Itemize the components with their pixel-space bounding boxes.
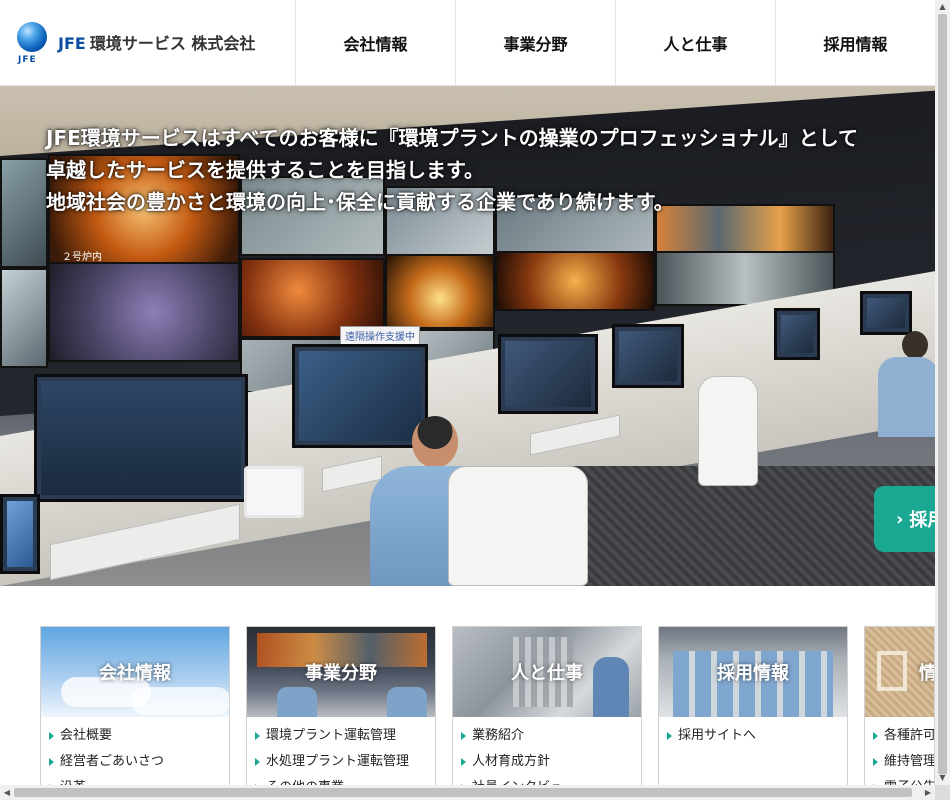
card-recruitment: 採用情報 採用サイトへ (658, 626, 848, 792)
recruit-side-button[interactable]: › 採用 (874, 486, 935, 552)
company-name-text: 環境サービス 株式会社 (89, 34, 256, 53)
horizontal-scroll-thumb[interactable] (14, 788, 912, 797)
operator-monitor (498, 334, 598, 414)
card-link[interactable]: 環境プラント運転管理 (255, 723, 435, 749)
background-person (878, 331, 935, 451)
card-link-label: 各種許可 (884, 728, 935, 743)
arrow-right-icon (255, 732, 260, 740)
side-monitor (0, 494, 40, 574)
card-link[interactable]: 人材育成方針 (461, 749, 641, 775)
operator-monitor (34, 374, 248, 502)
video-wall-screen (48, 262, 240, 362)
hero-line-2: 卓越したサービスを提供することを目指します。 (46, 158, 484, 182)
hero-banner: ２号炉内 遠隔操作支援中 JFE環境サービスはすべてのお客様に『環境プラントの操… (0, 86, 935, 586)
arrow-right-icon (49, 732, 54, 740)
card-link-label: 採用サイトへ (678, 728, 757, 743)
card-link-label: 会社概要 (60, 728, 113, 743)
video-wall-screen (0, 158, 48, 268)
card-link-label: 人材育成方針 (472, 754, 551, 769)
card-link[interactable]: 水処理プラント運転管理 (255, 749, 435, 775)
hero-line-3: 地域社会の豊かさと環境の向上･保全に貢献する企業であり続けます。 (46, 190, 674, 214)
card-people-and-work: 人と仕事 業務紹介 人材育成方針 社員インタビュー (452, 626, 642, 795)
scroll-right-arrow-icon[interactable]: ▶ (921, 785, 935, 800)
remote-support-sign: 遠隔操作支援中 (340, 326, 420, 345)
card-title: 採用情報 (717, 663, 789, 684)
card-business-fields: 事業分野 環境プラント運転管理 水処理プラント運転管理 その他の事業 (246, 626, 436, 795)
card-link-label: 業務紹介 (472, 728, 525, 743)
hero-line-1: JFE環境サービスはすべてのお客様に『環境プラントの操業のプロフェッショナル』と… (46, 126, 858, 150)
card-header[interactable]: 採用情報 (659, 627, 847, 717)
card-link[interactable]: 経営者ごあいさつ (49, 749, 229, 775)
vertical-scroll-thumb[interactable] (938, 14, 947, 774)
card-link-label: 水処理プラント運転管理 (266, 754, 410, 769)
operator-monitor (774, 308, 820, 360)
operator-monitor (612, 324, 684, 388)
empty-chair (698, 376, 758, 486)
scrollbar-corner (935, 785, 950, 800)
card-link[interactable]: 会社概要 (49, 723, 229, 749)
nav-recruitment[interactable]: 採用情報 (775, 0, 935, 86)
recruit-side-label: 採用 (909, 510, 935, 531)
video-wall-screen (495, 251, 655, 311)
company-prefix: JFE (58, 34, 86, 53)
horizontal-scrollbar[interactable]: ◀ ▶ (0, 785, 935, 800)
card-title: 会社情報 (99, 663, 171, 684)
card-link[interactable]: 維持管理 (873, 749, 934, 775)
nav-business-fields[interactable]: 事業分野 (455, 0, 615, 86)
card-title: 事業分野 (305, 663, 377, 684)
jfe-orb-icon (17, 22, 47, 52)
scroll-up-arrow-icon[interactable]: ▲ (935, 0, 950, 14)
vertical-scrollbar[interactable]: ▲ ▼ (935, 0, 950, 785)
arrow-right-icon (49, 758, 54, 766)
card-link[interactable]: 採用サイトへ (667, 723, 847, 749)
arrow-right-icon (667, 732, 672, 740)
card-link-label: 経営者ごあいさつ (60, 754, 165, 769)
site-header: JFE JFE 環境サービス 株式会社 会社情報 事業分野 人と仕事 採用情報 (0, 0, 935, 86)
card-header[interactable]: 会社情報 (41, 627, 229, 717)
hero-message: JFE環境サービスはすべてのお客様に『環境プラントの操業のプロフェッショナル』と… (46, 122, 858, 218)
card-link[interactable]: 各種許可 (873, 723, 934, 749)
section-cards: 会社情報 会社概要 経営者ごあいさつ 沿革 事業分野 環境プラント運転管理 水処… (40, 626, 935, 795)
chevron-right-icon: › (896, 508, 904, 530)
main-nav: 会社情報 事業分野 人と仕事 採用情報 (295, 0, 935, 86)
card-title: 人と仕事 (511, 663, 583, 684)
arrow-right-icon (461, 732, 466, 740)
arrow-right-icon (461, 758, 466, 766)
scroll-left-arrow-icon[interactable]: ◀ (0, 785, 14, 800)
card-header[interactable]: 人と仕事 (453, 627, 641, 717)
card-link[interactable]: 業務紹介 (461, 723, 641, 749)
nav-people-and-work[interactable]: 人と仕事 (615, 0, 775, 86)
card-title: 情 (919, 659, 934, 685)
arrow-right-icon (255, 758, 260, 766)
nav-company-info[interactable]: 会社情報 (295, 0, 455, 86)
card-link-label: 維持管理 (884, 754, 935, 769)
scroll-down-arrow-icon[interactable]: ▼ (935, 771, 950, 785)
video-wall-screen (0, 268, 48, 368)
card-header[interactable]: 情 (865, 627, 934, 717)
card-header[interactable]: 事業分野 (247, 627, 435, 717)
company-logo[interactable]: JFE JFE 環境サービス 株式会社 (0, 0, 295, 86)
logo-mark-text: JFE (18, 55, 37, 65)
operator-monitor (860, 291, 912, 335)
card-company-info: 会社情報 会社概要 経営者ごあいさつ 沿革 (40, 626, 230, 795)
arrow-right-icon (873, 758, 878, 766)
arrow-right-icon (873, 732, 878, 740)
card-information: 情 各種許可 維持管理 電子公告 (864, 626, 935, 792)
company-name: JFE 環境サービス 株式会社 (58, 30, 255, 54)
card-link-label: 環境プラント運転管理 (266, 728, 397, 743)
tablet (244, 466, 304, 518)
video-wall-screen (385, 254, 495, 329)
screen-label: ２号炉内 (62, 252, 102, 263)
operator-chair (448, 466, 588, 586)
